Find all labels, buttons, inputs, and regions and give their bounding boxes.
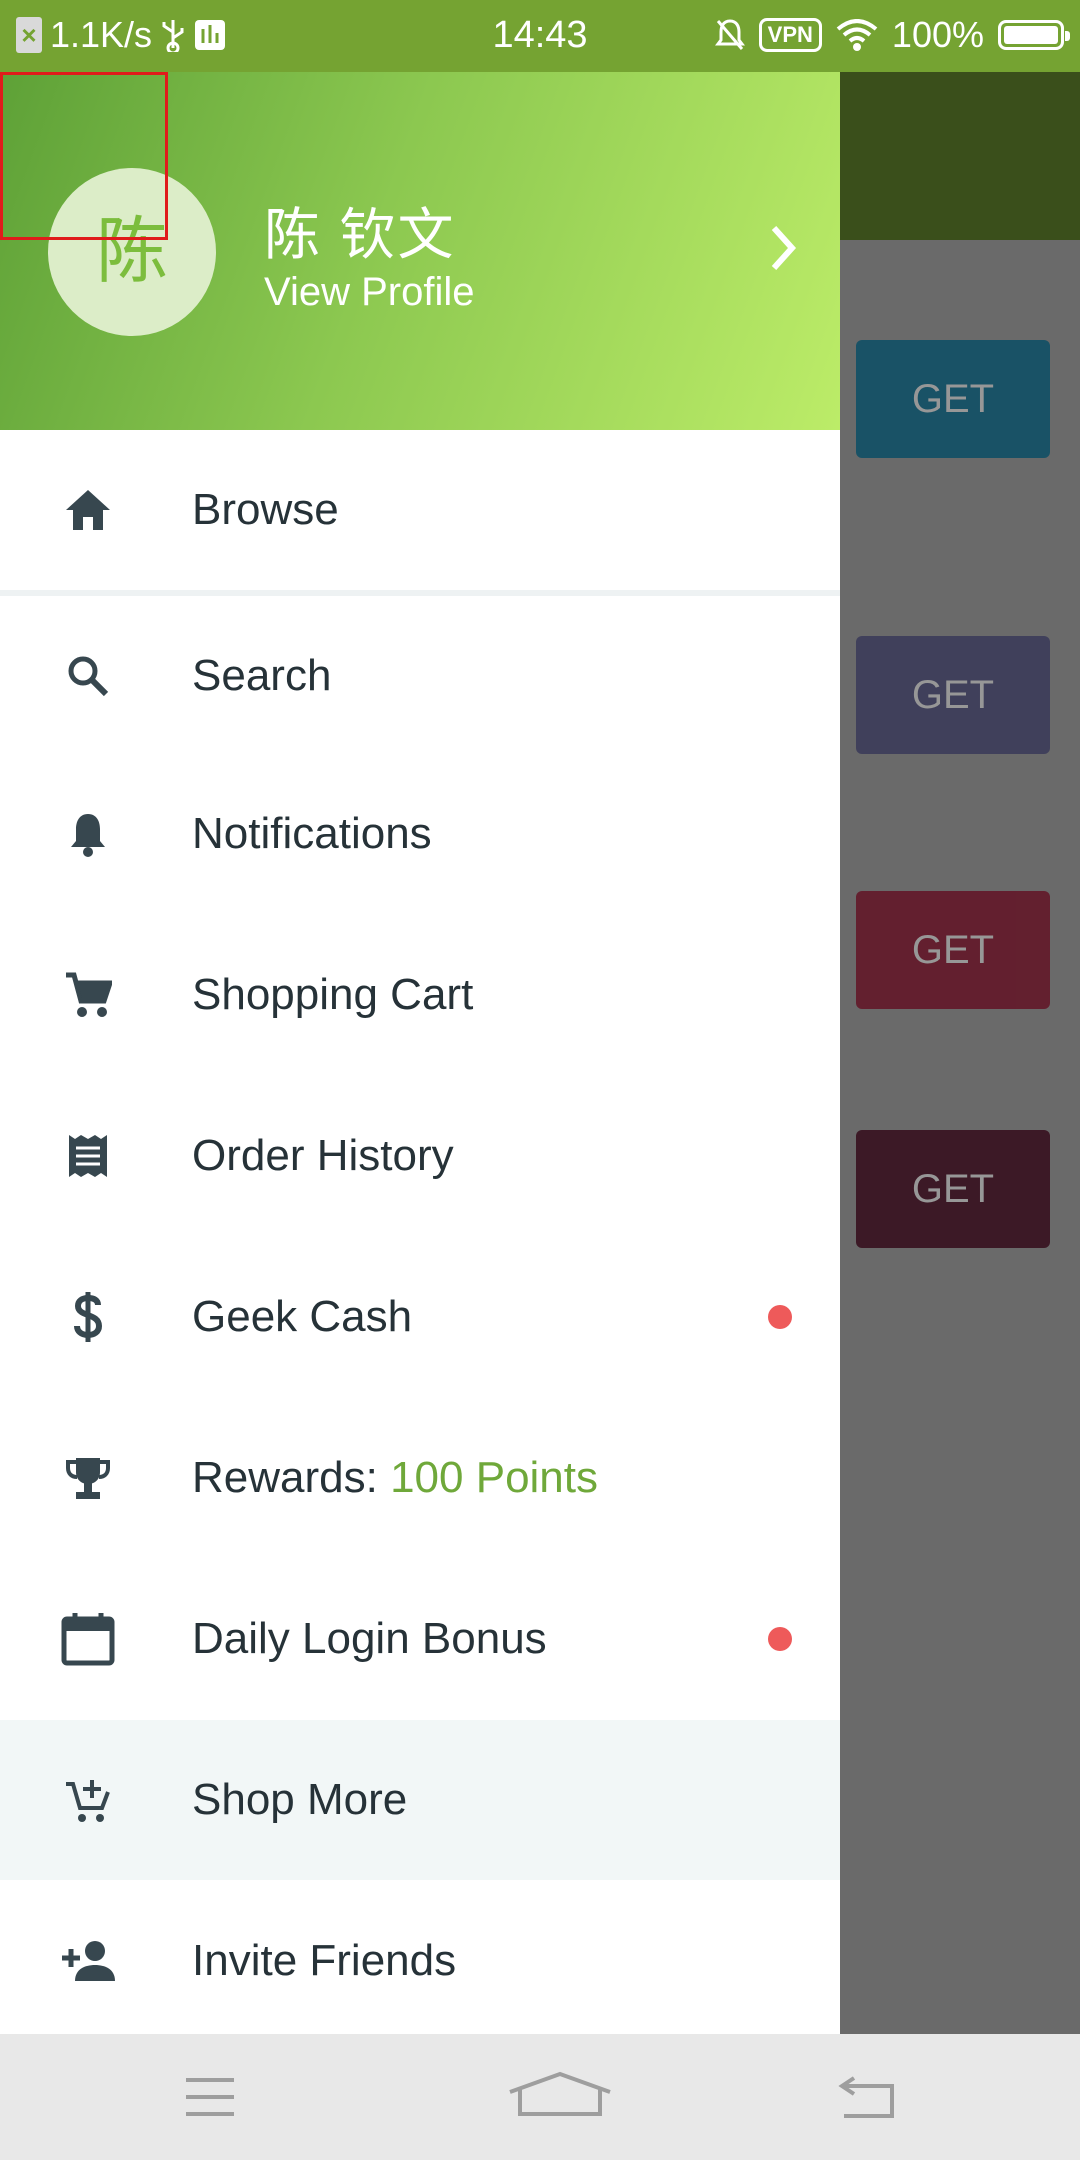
bell-icon — [58, 804, 118, 864]
vpn-badge: VPN — [758, 18, 822, 52]
menu-item-label: Geek Cash — [192, 1292, 413, 1341]
battery-icon — [998, 20, 1070, 50]
status-right: VPN 100% — [714, 14, 1070, 56]
mute-bell-icon — [714, 19, 745, 50]
back-nav-icon[interactable] — [838, 2074, 898, 2120]
rewards-points: 100 Points — [390, 1453, 599, 1502]
menu-item-label: Order History — [192, 1131, 454, 1180]
menu-item-geek-cash[interactable]: Geek Cash — [0, 1237, 840, 1397]
rewards-label: Rewards: — [192, 1453, 391, 1502]
notification-dot — [768, 1305, 792, 1329]
menu-item-search[interactable]: Search — [0, 596, 840, 756]
search-icon — [58, 646, 118, 706]
menu-item-notifications[interactable]: Notifications — [0, 754, 840, 914]
menu-item-label: Invite Friends — [192, 1936, 457, 1985]
cart-icon — [58, 965, 118, 1025]
menu-item-browse[interactable]: Browse — [0, 430, 840, 590]
menu-nav-icon[interactable] — [184, 2076, 236, 2118]
selection-highlight — [0, 72, 168, 240]
get-button[interactable]: GET — [856, 340, 1050, 458]
background-app-header — [840, 72, 1080, 240]
menu-item-label: Search — [192, 651, 332, 700]
menu-item-label: Notifications — [192, 809, 432, 858]
receipt-icon — [58, 1126, 118, 1186]
view-profile-link[interactable]: View Profile — [264, 270, 474, 315]
chevron-right-icon[interactable] — [768, 222, 798, 274]
menu-item-label: Shop More — [192, 1775, 408, 1824]
menu-item-shop-more[interactable]: Shop More — [0, 1720, 840, 1880]
system-nav-bar — [0, 2034, 1080, 2160]
add-cart-icon — [58, 1770, 118, 1830]
menu-item-invite-friends[interactable]: Invite Friends — [0, 1881, 840, 2034]
trophy-icon — [58, 1448, 118, 1508]
menu-item-daily-login-bonus[interactable]: Daily Login Bonus — [0, 1559, 840, 1719]
menu-item-shopping-cart[interactable]: Shopping Cart — [0, 915, 840, 1075]
status-bar: × 1.1K/s 14:43 VPN 100% — [0, 0, 1080, 72]
menu-item-rewards[interactable]: Rewards: 100 Points — [0, 1398, 840, 1558]
get-button[interactable]: GET — [856, 636, 1050, 754]
battery-percent: 100% — [891, 14, 984, 55]
menu-item-label: Daily Login Bonus — [192, 1614, 547, 1663]
menu-item-label: Browse — [192, 485, 339, 534]
calendar-icon — [58, 1609, 118, 1669]
menu-item-label: Rewards: 100 Points — [192, 1453, 598, 1503]
notification-dot — [768, 1627, 792, 1651]
user-name: 陈 钦文 — [264, 203, 456, 266]
navigation-drawer: 陈 陈 钦文 View Profile Browse Search Notifi… — [0, 72, 840, 2034]
menu-item-label: Shopping Cart — [192, 970, 474, 1019]
dollar-icon — [58, 1287, 118, 1347]
get-button[interactable]: GET — [856, 1130, 1050, 1248]
home-nav-icon[interactable] — [506, 2070, 614, 2120]
home-icon — [58, 480, 118, 540]
menu-item-order-history[interactable]: Order History — [0, 1076, 840, 1236]
wifi-icon — [836, 19, 878, 51]
add-person-icon — [58, 1931, 118, 1991]
get-button[interactable]: GET — [856, 891, 1050, 1009]
